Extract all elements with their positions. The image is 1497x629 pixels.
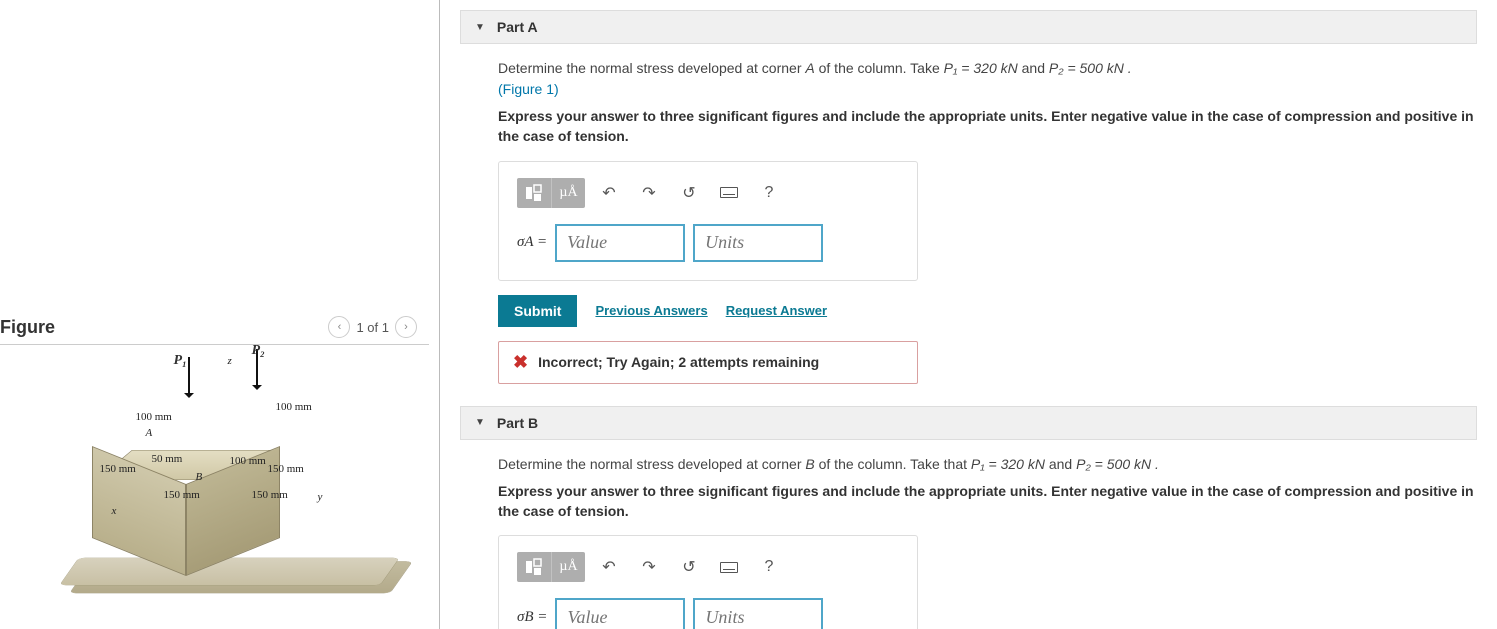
help-button[interactable]: ? [753,552,785,582]
pager-status: 1 of 1 [356,320,389,335]
keyboard-icon [720,187,738,198]
corner-a-label: A [146,427,153,439]
part-a-title: Part A [497,19,538,35]
questions-pane: ▼ Part A Determine the normal stress dev… [440,0,1497,629]
answer-toolbar: µÅ ↶ ↷ ↺ ? [517,178,899,208]
part-b-answer-box: µÅ ↶ ↷ ↺ ? σB = [498,535,918,629]
answer-toolbar-b: µÅ ↶ ↷ ↺ ? [517,552,899,582]
value-input[interactable] [555,224,685,262]
part-b-instruction: Express your answer to three significant… [498,481,1477,522]
dim-150mm-2: 150 mm [268,463,304,475]
force-p1-label: P₁ [174,353,187,369]
templates-button[interactable] [517,178,551,208]
figure-pager: ‹ 1 of 1 › [328,316,417,338]
part-a-prompt: Determine the normal stress developed at… [498,58,1477,100]
templates-icon [525,558,543,576]
dim-100mm-1: 100 mm [136,411,172,423]
reset-button[interactable]: ↺ [673,552,705,582]
units-input[interactable] [693,598,823,629]
pager-next-button[interactable]: › [395,316,417,338]
dim-100mm-2: 100 mm [276,401,312,413]
dim-50mm: 50 mm [152,453,183,465]
figure-link[interactable]: (Figure 1) [498,81,559,97]
sigma-b-label: σB = [517,609,547,626]
feedback-text: Incorrect; Try Again; 2 attempts remaini… [538,354,819,370]
figure-diagram: P₁ P₂ 100 mm 100 mm 100 mm 150 mm 150 mm… [40,355,400,615]
reset-button[interactable]: ↺ [673,178,705,208]
keyboard-button[interactable] [713,178,745,208]
axis-x: x [112,505,117,517]
part-a-instruction: Express your answer to three significant… [498,106,1477,147]
part-b-title: Part B [497,415,538,431]
part-a-answer-box: µÅ ↶ ↷ ↺ ? σA = [498,161,918,281]
redo-button[interactable]: ↷ [633,178,665,208]
part-a-header[interactable]: ▼ Part A [460,10,1477,44]
force-p2-label: P₂ [252,343,265,359]
axis-y: y [318,491,323,503]
part-b-header[interactable]: ▼ Part B [460,406,1477,440]
part-b-prompt: Determine the normal stress developed at… [498,454,1477,475]
units-picker-button[interactable]: µÅ [551,552,585,582]
axis-z: z [228,355,232,367]
undo-button[interactable]: ↶ [593,552,625,582]
help-button[interactable]: ? [753,178,785,208]
figure-title: Figure [0,317,328,338]
undo-button[interactable]: ↶ [593,178,625,208]
redo-button[interactable]: ↷ [633,552,665,582]
dim-150mm-1: 150 mm [100,463,136,475]
value-input[interactable] [555,598,685,629]
incorrect-icon: ✖ [513,352,528,373]
pager-prev-button[interactable]: ‹ [328,316,350,338]
figure-pane: Figure ‹ 1 of 1 › P₁ P₂ 100 mm 100 mm 10… [0,0,440,629]
feedback-incorrect: ✖ Incorrect; Try Again; 2 attempts remai… [498,341,918,384]
units-picker-button[interactable]: µÅ [551,178,585,208]
templates-button[interactable] [517,552,551,582]
keyboard-button[interactable] [713,552,745,582]
sigma-a-label: σA = [517,234,547,251]
templates-icon [525,184,543,202]
previous-answers-link[interactable]: Previous Answers [595,303,707,318]
collapse-icon[interactable]: ▼ [475,417,485,428]
units-input[interactable] [693,224,823,262]
submit-button[interactable]: Submit [498,295,577,327]
request-answer-link[interactable]: Request Answer [726,303,827,318]
dim-100mm-3: 100 mm [230,455,266,467]
corner-b-label: B [196,471,203,483]
collapse-icon[interactable]: ▼ [475,22,485,33]
dim-150mm-3: 150 mm [164,489,200,501]
dim-150mm-4: 150 mm [252,489,288,501]
keyboard-icon [720,562,738,573]
